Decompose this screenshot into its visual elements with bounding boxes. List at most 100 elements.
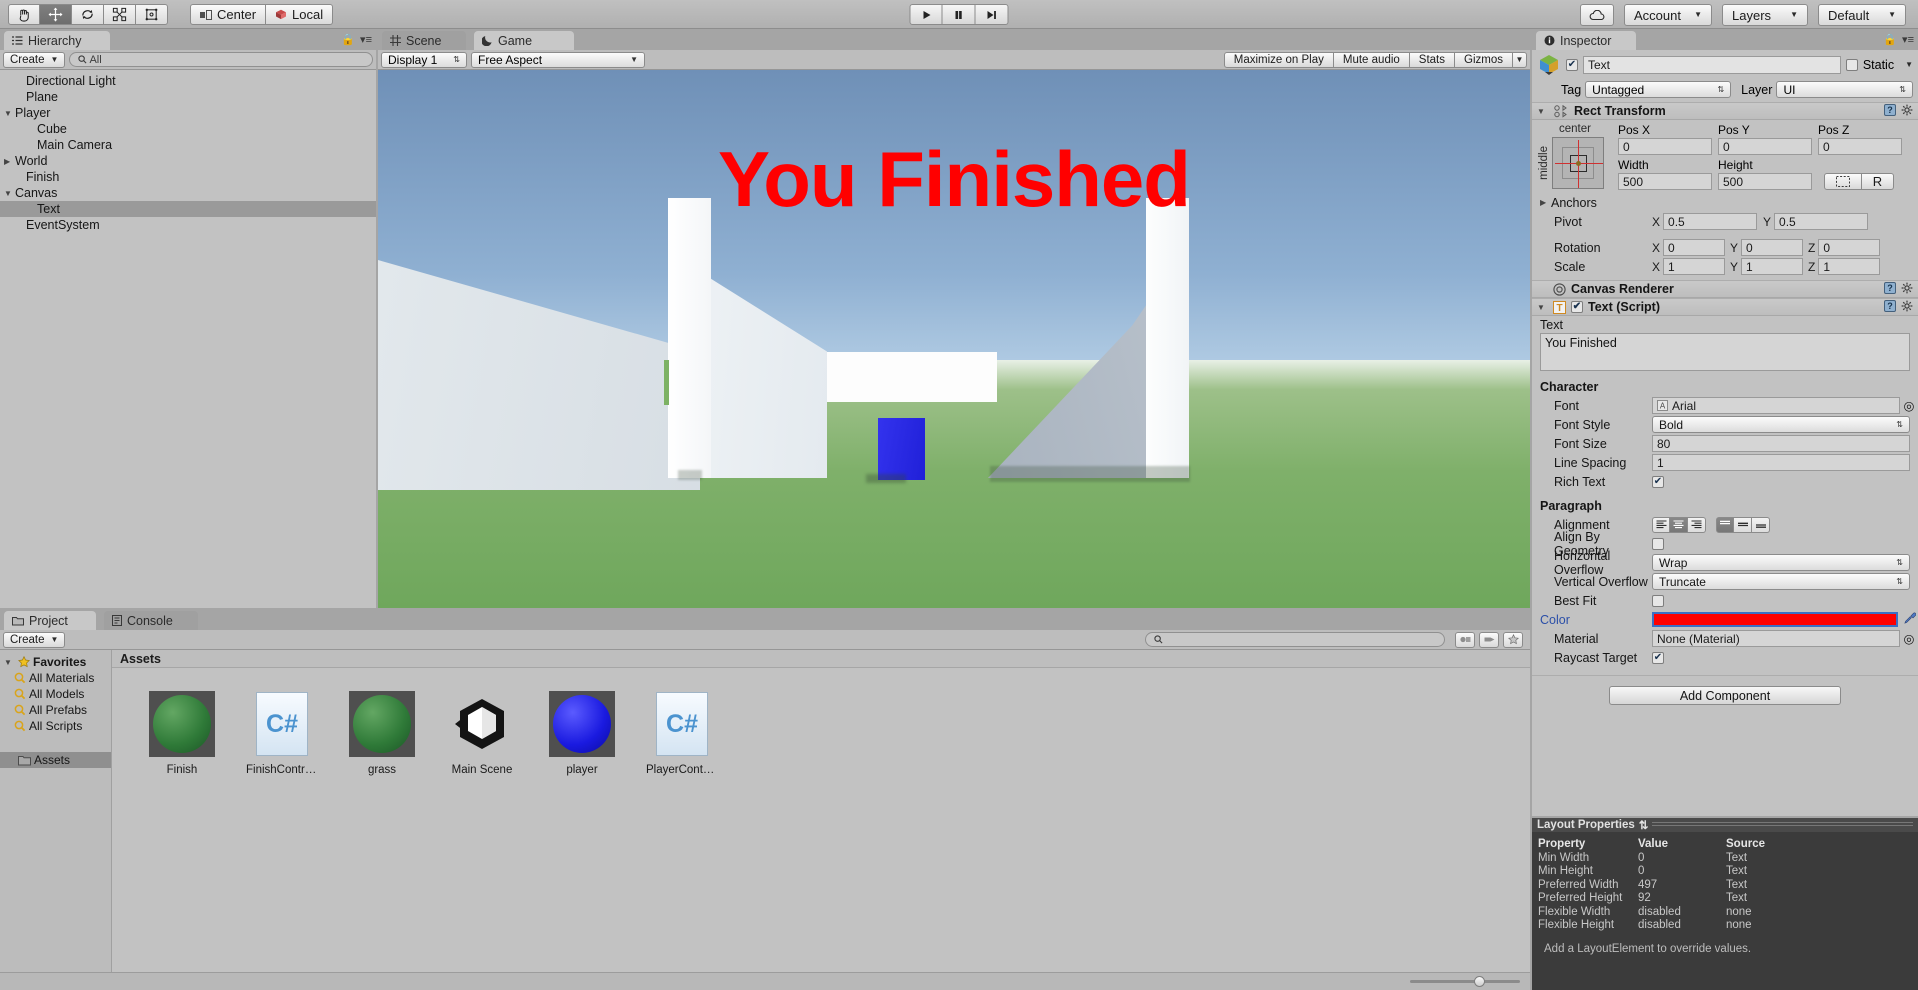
mute-audio-button[interactable]: Mute audio bbox=[1333, 51, 1410, 68]
hierarchy-tree[interactable]: Directional Light Plane ▼ Player Cube Main Ca… bbox=[0, 70, 376, 233]
font-picker-icon[interactable]: ◎ bbox=[1900, 398, 1918, 413]
tab-game[interactable]: Game bbox=[474, 31, 574, 50]
favorites-list[interactable]: All Materials All Models All Prefabs All Sc… bbox=[0, 670, 111, 734]
align-left-button[interactable] bbox=[1652, 516, 1670, 533]
align-bottom-button[interactable] bbox=[1752, 516, 1770, 533]
eyedropper-icon[interactable] bbox=[1902, 612, 1918, 627]
font-object-field[interactable]: A Arial bbox=[1652, 397, 1900, 414]
chevron-down-icon[interactable]: ▼ bbox=[4, 658, 15, 667]
best-fit-checkbox[interactable] bbox=[1652, 594, 1664, 607]
horizontal-alignment-group[interactable] bbox=[1652, 516, 1706, 533]
tab-scene[interactable]: Scene bbox=[382, 31, 466, 50]
asset-item[interactable]: player bbox=[546, 690, 618, 776]
account-button[interactable]: Account ▼ bbox=[1624, 4, 1712, 26]
asset-item[interactable]: Finish bbox=[146, 690, 218, 776]
hierarchy-search-input[interactable]: All bbox=[69, 52, 373, 67]
layers-button[interactable]: Layers ▼ bbox=[1722, 4, 1808, 26]
cloud-button[interactable] bbox=[1580, 4, 1614, 26]
gear-icon[interactable] bbox=[1901, 300, 1913, 315]
hierarchy-panel-menu[interactable]: 🔒 ▾≡ bbox=[341, 33, 372, 46]
gear-icon[interactable] bbox=[1901, 104, 1913, 119]
pos-x-input[interactable]: 0 bbox=[1618, 138, 1712, 155]
text-script-enabled-checkbox[interactable] bbox=[1571, 301, 1583, 313]
favorite-item-all-models[interactable]: All Models bbox=[0, 686, 111, 702]
chevron-down-icon[interactable]: ▼ bbox=[1537, 303, 1548, 312]
chevron-right-icon[interactable]: ▶ bbox=[1540, 198, 1551, 207]
horizontal-overflow-dropdown[interactable]: Wrap ⇅ bbox=[1652, 554, 1910, 571]
chevron-down-icon[interactable]: ▼ bbox=[4, 109, 15, 118]
blueprint-mode-button[interactable]: R bbox=[1862, 173, 1894, 190]
hierarchy-item-plane[interactable]: Plane bbox=[0, 89, 376, 105]
hierarchy-item-eventsystem[interactable]: EventSystem bbox=[0, 217, 376, 233]
rotation-z-input[interactable]: 0 bbox=[1818, 239, 1881, 256]
stats-button[interactable]: Stats bbox=[1409, 51, 1456, 68]
align-right-button[interactable] bbox=[1688, 516, 1706, 533]
tag-dropdown[interactable]: Untagged ⇅ bbox=[1585, 81, 1732, 98]
asset-item[interactable]: C# PlayerControl... bbox=[646, 690, 718, 776]
favorite-item-all-scripts[interactable]: All Scripts bbox=[0, 718, 111, 734]
font-style-dropdown[interactable]: Bold ⇅ bbox=[1652, 416, 1910, 433]
maximize-on-play-button[interactable]: Maximize on Play bbox=[1223, 51, 1334, 68]
rotation-x-input[interactable]: 0 bbox=[1663, 239, 1726, 256]
display-dropdown[interactable]: Display 1 ⇅ bbox=[381, 51, 467, 68]
pivot-rotation-button[interactable]: Local bbox=[266, 4, 334, 25]
hierarchy-item-directional-light[interactable]: Directional Light bbox=[0, 73, 376, 89]
align-middle-button[interactable] bbox=[1734, 516, 1752, 533]
pause-button[interactable] bbox=[942, 4, 976, 25]
align-center-button[interactable] bbox=[1670, 516, 1688, 533]
hierarchy-item-canvas[interactable]: ▼ Canvas bbox=[0, 185, 376, 201]
move-tool[interactable] bbox=[40, 4, 72, 25]
panel-menu-icon[interactable]: ▾≡ bbox=[1902, 33, 1914, 46]
layout-properties-header[interactable]: Layout Properties ⇅ bbox=[1532, 818, 1918, 832]
text-value-textarea[interactable]: You Finished bbox=[1540, 333, 1910, 371]
rect-tool[interactable] bbox=[136, 4, 168, 25]
hierarchy-item-finish[interactable]: Finish bbox=[0, 169, 376, 185]
rich-text-checkbox[interactable] bbox=[1652, 475, 1664, 488]
thumbnail-size-slider[interactable] bbox=[1410, 976, 1520, 987]
font-size-input[interactable]: 80 bbox=[1652, 435, 1910, 452]
assets-browser[interactable]: Assets Finish C# FinishContro... grass Main … bbox=[112, 650, 1530, 990]
layout-button[interactable]: Default ▼ bbox=[1818, 4, 1906, 26]
width-input[interactable]: 500 bbox=[1618, 173, 1712, 190]
tab-project[interactable]: Project bbox=[4, 611, 96, 630]
pivot-mode-button[interactable]: Center bbox=[190, 4, 267, 25]
tab-hierarchy[interactable]: Hierarchy bbox=[4, 31, 110, 50]
text-script-header[interactable]: ▼ T Text (Script) ? bbox=[1532, 298, 1918, 316]
anchor-preset-area[interactable]: center middle bbox=[1538, 123, 1612, 190]
gear-icon[interactable] bbox=[1901, 282, 1913, 297]
assets-root-item[interactable]: Assets bbox=[0, 752, 111, 768]
hierarchy-item-text[interactable]: Text bbox=[0, 201, 376, 217]
favorite-button[interactable] bbox=[1503, 631, 1523, 648]
canvas-renderer-header[interactable]: ▼ Canvas Renderer ? bbox=[1532, 280, 1918, 298]
aspect-dropdown[interactable]: Free Aspect ▼ bbox=[471, 51, 645, 68]
gizmos-dropdown[interactable]: ▼ bbox=[1513, 51, 1527, 68]
pivot-x-input[interactable]: 0.5 bbox=[1663, 213, 1758, 230]
align-top-button[interactable] bbox=[1716, 516, 1734, 533]
chevron-right-icon[interactable]: ▶ bbox=[4, 157, 15, 166]
hierarchy-create-button[interactable]: Create ▼ bbox=[3, 51, 66, 68]
game-render-area[interactable]: You Finished bbox=[378, 70, 1530, 608]
static-checkbox[interactable] bbox=[1845, 59, 1858, 71]
anchor-preset-widget[interactable] bbox=[1552, 137, 1604, 189]
scale-x-input[interactable]: 1 bbox=[1663, 258, 1726, 275]
chevron-down-icon[interactable]: ▼ bbox=[1905, 61, 1913, 69]
project-search-input[interactable] bbox=[1145, 632, 1445, 647]
help-icon[interactable]: ? bbox=[1884, 103, 1896, 119]
help-icon[interactable]: ? bbox=[1884, 299, 1896, 315]
raycast-target-checkbox[interactable] bbox=[1652, 651, 1664, 664]
filter-label-button[interactable] bbox=[1479, 631, 1499, 648]
rotation-y-input[interactable]: 0 bbox=[1741, 239, 1804, 256]
chevron-down-icon[interactable]: ▼ bbox=[4, 189, 15, 198]
panel-menu-icon[interactable]: ▾≡ bbox=[360, 33, 372, 46]
tab-console[interactable]: Console bbox=[104, 611, 198, 630]
updown-icon[interactable]: ⇅ bbox=[1639, 818, 1649, 832]
favorite-item-all-materials[interactable]: All Materials bbox=[0, 670, 111, 686]
material-picker-icon[interactable]: ◎ bbox=[1900, 631, 1918, 646]
vertical-overflow-dropdown[interactable]: Truncate ⇅ bbox=[1652, 573, 1910, 590]
hand-tool[interactable] bbox=[8, 4, 40, 25]
hierarchy-item-player[interactable]: ▼ Player bbox=[0, 105, 376, 121]
project-tree[interactable]: ▼ Favorites All Materials All Models All P… bbox=[0, 650, 112, 990]
filter-type-button[interactable] bbox=[1455, 631, 1475, 648]
tab-inspector[interactable]: Inspector bbox=[1536, 31, 1636, 50]
object-enabled-checkbox[interactable] bbox=[1566, 59, 1578, 71]
